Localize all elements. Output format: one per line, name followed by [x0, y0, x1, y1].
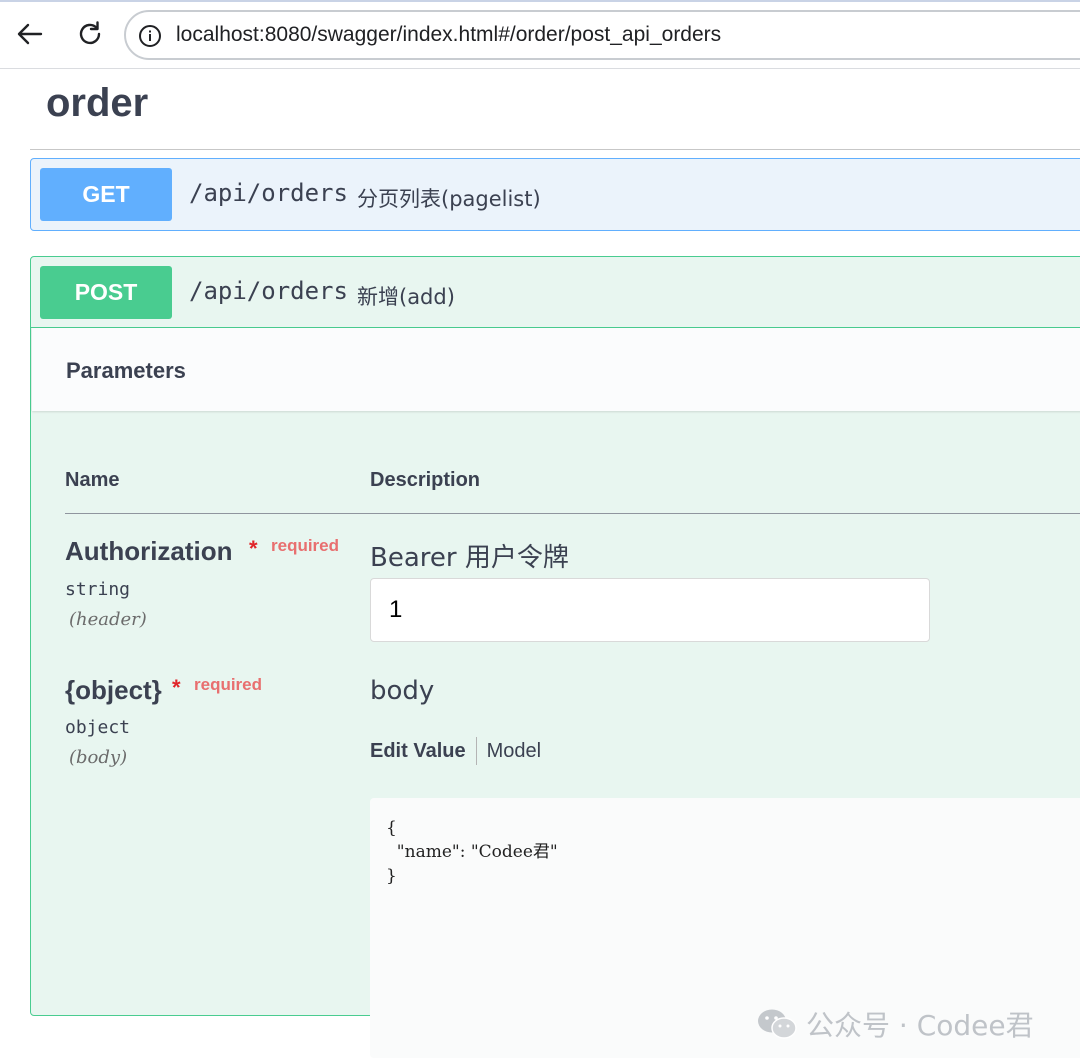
- browser-toolbar: localhost:8080/swagger/index.html#/order…: [0, 0, 1080, 69]
- method-badge-get: GET: [40, 168, 172, 221]
- operation-path: /api/orders: [189, 277, 348, 305]
- swagger-page: order GET /api/orders 分页列表(pagelist) POS…: [0, 69, 1080, 1058]
- required-label: required: [194, 675, 263, 694]
- tab-edit-value[interactable]: Edit Value: [370, 740, 466, 763]
- body-tabs: Edit Value Model: [370, 737, 541, 767]
- tag-title[interactable]: order: [46, 81, 148, 126]
- column-header-name: Name: [65, 469, 120, 491]
- param-description: Bearer 用户令牌: [370, 543, 569, 573]
- tag-divider: [30, 149, 1080, 150]
- operation-path: /api/orders: [189, 179, 348, 207]
- info-icon[interactable]: [138, 24, 162, 48]
- reload-icon: [79, 21, 101, 45]
- param-name-authorization: Authorization: [65, 536, 233, 566]
- opblock-get-orders: GET /api/orders 分页列表(pagelist): [30, 158, 1080, 231]
- toolbar-top-border: [0, 0, 1080, 2]
- operation-summary: 新增(add): [357, 285, 455, 309]
- required-star: *: [249, 536, 258, 561]
- column-header-description: Description: [370, 469, 481, 491]
- operation-summary: 分页列表(pagelist): [357, 187, 541, 211]
- opblock-post-orders: POST /api/orders 新增(add) Parameters Name…: [30, 256, 1080, 1058]
- param-location: (header): [69, 609, 147, 630]
- param-description: body: [370, 676, 435, 706]
- tab-model[interactable]: Model: [487, 740, 541, 763]
- watermark-text: 公众号 · Codee君: [806, 1009, 1034, 1042]
- watermark: 公众号 · Codee君: [756, 1004, 1034, 1044]
- param-name-body: {object}: [65, 675, 162, 705]
- url-text[interactable]: localhost:8080/swagger/index.html#/order…: [176, 23, 721, 47]
- parameters-title: Parameters: [66, 358, 186, 383]
- tab-separator: [475, 737, 477, 765]
- required-star: *: [172, 675, 181, 700]
- arrow-left-icon: [17, 23, 43, 45]
- parameters-section-header: Parameters: [32, 328, 1080, 411]
- param-type: string: [65, 579, 131, 600]
- opblock-summary-post[interactable]: POST /api/orders 新增(add): [31, 257, 1080, 327]
- method-badge-post: POST: [40, 266, 172, 319]
- param-type: object: [65, 717, 131, 738]
- back-button[interactable]: [12, 16, 48, 52]
- param-location: (body): [69, 747, 128, 768]
- reload-button[interactable]: [72, 16, 108, 52]
- authorization-input[interactable]: [370, 578, 930, 642]
- wechat-icon: [758, 1009, 797, 1039]
- column-header-divider: [65, 513, 1080, 514]
- opblock-summary-get[interactable]: GET /api/orders 分页列表(pagelist): [31, 159, 1080, 229]
- address-bar[interactable]: localhost:8080/swagger/index.html#/order…: [124, 10, 1080, 60]
- required-label: required: [271, 536, 340, 555]
